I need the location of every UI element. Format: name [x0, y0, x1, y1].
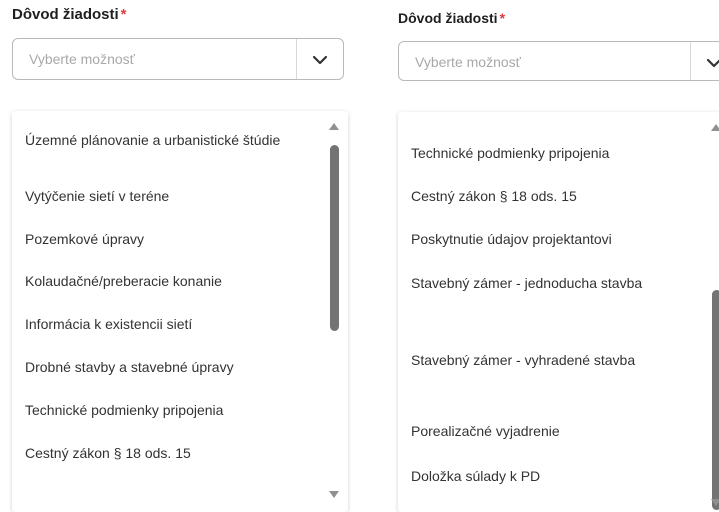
select-divider — [296, 39, 297, 79]
option-item-clipped — [411, 112, 415, 119]
scroll-up-arrow-icon[interactable] — [329, 123, 339, 130]
reason-select[interactable]: Vyberte možnosť — [398, 41, 719, 81]
dropdown-scrollbar[interactable] — [702, 112, 719, 512]
option-item[interactable]: Stavebný zámer - jednoducha stavba — [411, 274, 696, 292]
scrollbar-thumb[interactable] — [712, 290, 719, 510]
scroll-down-arrow-icon[interactable] — [329, 491, 339, 498]
required-mark: * — [499, 10, 506, 26]
option-item[interactable]: Technické podmienky pripojenia — [25, 401, 310, 419]
options-list: Územné plánovanie a urbanistické štúdie … — [12, 111, 348, 512]
options-list: Technické podmienky pripojenia Cestný zá… — [398, 112, 719, 512]
select-divider — [690, 42, 691, 80]
option-item[interactable]: Technické podmienky pripojenia — [411, 144, 696, 162]
option-item[interactable]: Doložka súlady k PD — [411, 467, 696, 485]
option-item[interactable]: Cestný zákon § 18 ods. 15 — [411, 187, 696, 205]
reason-select[interactable]: Vyberte možnosť — [12, 38, 344, 80]
scrollbar-thumb[interactable] — [330, 145, 339, 331]
field-label: Dôvod žiadosti * — [398, 10, 505, 26]
field-label-text: Dôvod žiadosti — [398, 10, 498, 26]
option-item[interactable]: Stavebný zámer - vyhradené stavba — [411, 351, 696, 369]
option-item[interactable]: Kolaudačné/preberacie konanie — [25, 272, 310, 290]
scroll-down-arrow-icon[interactable] — [711, 499, 719, 506]
scroll-up-arrow-icon[interactable] — [711, 124, 719, 131]
left-form-field: Dôvod žiadosti * Vyberte možnosť Územné p… — [0, 0, 350, 512]
option-item[interactable]: Územné plánovanie a urbanistické štúdie — [25, 131, 310, 149]
required-mark: * — [120, 6, 127, 23]
dropdown-scrollbar[interactable] — [320, 111, 348, 512]
option-item[interactable]: Drobné stavby a stavebné úpravy — [25, 358, 310, 376]
option-item[interactable]: Vytýčenie sietí v teréne — [25, 187, 310, 205]
option-item[interactable]: Informácia k existencii sietí — [25, 315, 310, 333]
option-item[interactable]: Porealizačné vyjadrenie — [411, 422, 696, 440]
chevron-down-icon[interactable] — [311, 51, 329, 69]
chevron-down-icon[interactable] — [705, 54, 719, 72]
right-form-field: Dôvod žiadosti * Vyberte možnosť Technick… — [387, 0, 719, 512]
select-placeholder: Vyberte možnosť — [415, 54, 521, 70]
field-label-text: Dôvod žiadosti — [12, 6, 119, 23]
option-item[interactable]: Pozemkové úpravy — [25, 230, 310, 248]
select-placeholder: Vyberte možnosť — [29, 51, 135, 67]
field-label: Dôvod žiadosti * — [12, 6, 127, 23]
option-item[interactable]: Poskytnutie údajov projektantovi — [411, 230, 696, 248]
option-item[interactable]: Cestný zákon § 18 ods. 15 — [25, 444, 310, 462]
